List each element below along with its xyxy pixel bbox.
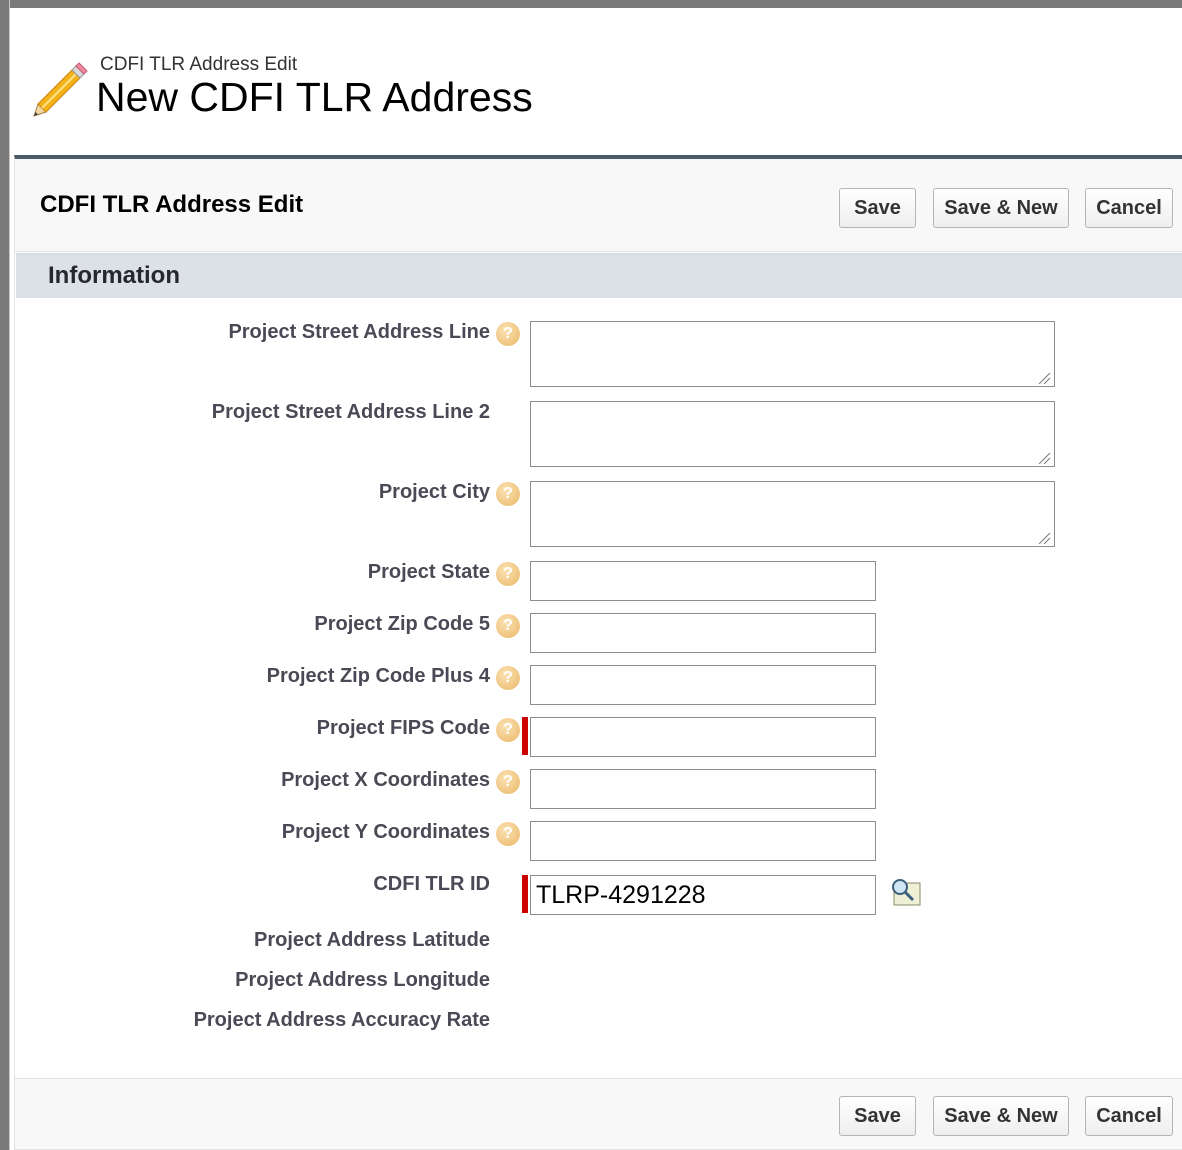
zip4-field[interactable] bbox=[530, 665, 876, 705]
state-label: Project State bbox=[367, 561, 490, 583]
page-subtitle: CDFI TLR Address Edit bbox=[100, 54, 298, 75]
help-icon: ? bbox=[496, 666, 520, 690]
street-line-1-label: Project Street Address Line bbox=[228, 321, 490, 343]
edit-block: CDFI TLR Address Edit Save Save & New Ca… bbox=[14, 155, 1182, 1150]
required-indicator bbox=[522, 875, 528, 913]
fips-field[interactable] bbox=[530, 717, 876, 757]
help-icon: ? bbox=[496, 562, 520, 586]
save-and-new-button[interactable]: Save & New bbox=[933, 188, 1069, 228]
section-header: Information bbox=[16, 253, 1182, 298]
pencil-icon bbox=[33, 62, 88, 117]
accuracy-rate-label: Project Address Accuracy Rate bbox=[193, 1009, 490, 1031]
help-icon: ? bbox=[496, 322, 520, 346]
tlr-id-label: CDFI TLR ID bbox=[373, 873, 490, 895]
save-and-new-button[interactable]: Save & New bbox=[933, 1096, 1069, 1136]
save-button[interactable]: Save bbox=[839, 188, 916, 228]
city-field[interactable] bbox=[530, 481, 1055, 547]
tlr-id-field[interactable] bbox=[530, 875, 876, 915]
resize-handle-icon[interactable] bbox=[1037, 531, 1051, 545]
fips-label: Project FIPS Code bbox=[316, 717, 490, 739]
block-title: CDFI TLR Address Edit bbox=[40, 191, 304, 218]
longitude-label: Project Address Longitude bbox=[235, 969, 490, 991]
x-coordinates-field[interactable] bbox=[530, 769, 876, 809]
x-coordinates-label: Project X Coordinates bbox=[281, 769, 490, 791]
save-button[interactable]: Save bbox=[839, 1096, 916, 1136]
lookup-icon[interactable] bbox=[889, 877, 921, 907]
latitude-label: Project Address Latitude bbox=[254, 929, 490, 951]
window-frame-top bbox=[0, 0, 1182, 8]
edit-form: CDFI TLR Address Edit Save Save & New Ca… bbox=[15, 159, 1182, 1149]
y-coordinates-label: Project Y Coordinates bbox=[281, 821, 490, 843]
city-label: Project City bbox=[378, 481, 490, 503]
section-title: Information bbox=[48, 262, 180, 289]
resize-handle-icon[interactable] bbox=[1037, 371, 1051, 385]
page-header: CDFI TLR Address Edit New CDFI TLR Addre… bbox=[26, 52, 726, 132]
required-indicator bbox=[522, 717, 528, 755]
help-icon: ? bbox=[496, 822, 520, 846]
resize-handle-icon[interactable] bbox=[1037, 451, 1051, 465]
help-icon: ? bbox=[496, 770, 520, 794]
cancel-button[interactable]: Cancel bbox=[1085, 188, 1173, 228]
zip5-field[interactable] bbox=[530, 613, 876, 653]
zip4-label: Project Zip Code Plus 4 bbox=[266, 665, 490, 687]
street-line-1-field[interactable] bbox=[530, 321, 1055, 387]
page-title: New CDFI TLR Address bbox=[96, 74, 533, 120]
y-coordinates-field[interactable] bbox=[530, 821, 876, 861]
street-line-2-label: Project Street Address Line 2 bbox=[211, 401, 490, 423]
help-icon: ? bbox=[496, 482, 520, 506]
help-icon: ? bbox=[496, 614, 520, 638]
help-icon: ? bbox=[496, 718, 520, 742]
window-frame-left bbox=[0, 0, 9, 1150]
state-field[interactable] bbox=[530, 561, 876, 601]
cancel-button[interactable]: Cancel bbox=[1085, 1096, 1173, 1136]
street-line-2-field[interactable] bbox=[530, 401, 1055, 467]
zip5-label: Project Zip Code 5 bbox=[314, 613, 490, 635]
